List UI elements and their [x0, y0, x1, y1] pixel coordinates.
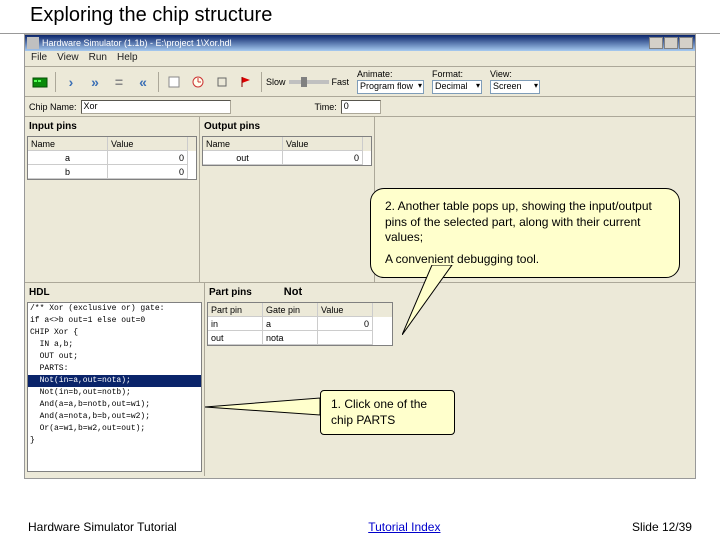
- table-row[interactable]: out 0: [203, 151, 371, 165]
- tutorial-index-link[interactable]: Tutorial Index: [368, 520, 440, 534]
- table-row[interactable]: b 0: [28, 165, 196, 179]
- table-row[interactable]: out nota: [208, 331, 392, 345]
- run-button[interactable]: »: [84, 71, 106, 93]
- minimize-button[interactable]: [649, 37, 663, 49]
- slide-title: Exploring the chip structure: [0, 0, 720, 34]
- view-label: View:: [490, 69, 512, 79]
- slide-counter: Slide 12/39: [632, 520, 692, 534]
- chip-name-row: Chip Name: Xor Time: 0: [25, 97, 695, 117]
- output-pins-header: Output pins: [202, 119, 372, 136]
- table-row[interactable]: a 0: [28, 151, 196, 165]
- speed-slider[interactable]: [289, 80, 329, 84]
- output-pins-table: Name Value out 0: [202, 136, 372, 166]
- close-button[interactable]: [679, 37, 693, 49]
- hdl-selected-line[interactable]: Not(in=a,out=nota);: [28, 375, 201, 387]
- callout-1-tail: [205, 395, 325, 425]
- col-name: Name: [28, 137, 108, 151]
- callout-2-tail: [402, 265, 462, 335]
- table-row[interactable]: in a 0: [208, 317, 392, 331]
- input-pins-header: Input pins: [27, 119, 197, 136]
- col-value: Value: [283, 137, 363, 151]
- footer-left: Hardware Simulator Tutorial: [28, 520, 177, 534]
- load-chip-button[interactable]: [29, 71, 51, 93]
- chip-name-label: Chip Name:: [29, 102, 77, 112]
- flag-button[interactable]: [235, 71, 257, 93]
- hdl-listing[interactable]: /** Xor (exclusive or) gate: if a<>b out…: [27, 302, 202, 472]
- col-value: Value: [318, 303, 373, 317]
- view-dropdown[interactable]: Screen: [490, 80, 540, 94]
- animate-label: Animate:: [357, 69, 393, 79]
- part-pins-chip: Not: [284, 286, 302, 298]
- menu-file[interactable]: File: [31, 52, 47, 65]
- app-icon: [27, 37, 39, 49]
- chip-name-field[interactable]: Xor: [81, 100, 231, 114]
- load-script-button[interactable]: [163, 71, 185, 93]
- format-label: Format:: [432, 69, 463, 79]
- single-step-button[interactable]: ›: [60, 71, 82, 93]
- title-bar: Hardware Simulator (1.1b) - E:\project 1…: [25, 35, 695, 51]
- time-field: 0: [341, 100, 381, 114]
- window-title: Hardware Simulator (1.1b) - E:\project 1…: [42, 38, 232, 48]
- menu-run[interactable]: Run: [89, 52, 107, 65]
- slow-label: Slow: [266, 77, 286, 87]
- stop-button[interactable]: =: [108, 71, 130, 93]
- input-pins-table: Name Value a 0 b 0: [27, 136, 197, 180]
- col-gatepin: Gate pin: [263, 303, 318, 317]
- menu-bar: File View Run Help: [25, 51, 695, 67]
- col-name: Name: [203, 137, 283, 151]
- menu-view[interactable]: View: [57, 52, 79, 65]
- menu-help[interactable]: Help: [117, 52, 138, 65]
- col-partpin: Part pin: [208, 303, 263, 317]
- hdl-header: HDL: [27, 285, 202, 302]
- animate-dropdown[interactable]: Program flow: [357, 80, 424, 94]
- clock-button[interactable]: [187, 71, 209, 93]
- callout-1: 1. Click one of the chip PARTS: [320, 390, 455, 435]
- rewind-button[interactable]: «: [132, 71, 154, 93]
- eval-button[interactable]: [211, 71, 233, 93]
- format-dropdown[interactable]: Decimal: [432, 80, 482, 94]
- toolbar: › » = « Slow Fast Animate: Program flow …: [25, 67, 695, 97]
- time-label: Time:: [315, 102, 337, 112]
- maximize-button[interactable]: [664, 37, 678, 49]
- fast-label: Fast: [332, 77, 350, 87]
- lower-area: HDL /** Xor (exclusive or) gate: if a<>b…: [25, 282, 695, 476]
- part-pins-table: Part pin Gate pin Value in a 0 out nota: [207, 302, 393, 346]
- col-value: Value: [108, 137, 188, 151]
- part-pins-header: Part pins: [207, 285, 254, 302]
- slide-footer: Hardware Simulator Tutorial Tutorial Ind…: [0, 520, 720, 534]
